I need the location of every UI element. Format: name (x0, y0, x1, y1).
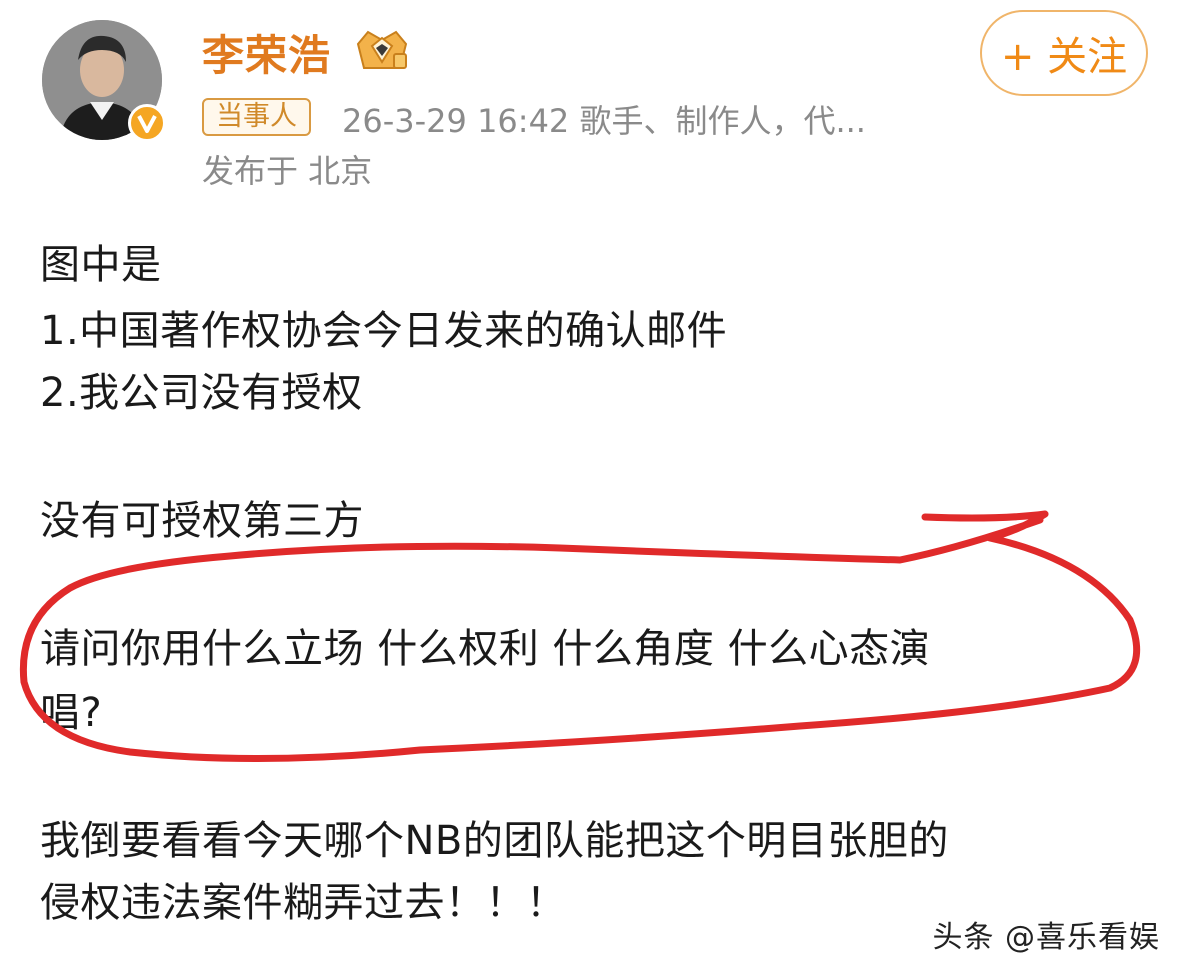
watermark: 头条 @喜乐看娱 (932, 920, 1160, 955)
post-text-line: 2.我公司没有授权 (40, 370, 363, 416)
username[interactable]: 李荣浩 (202, 22, 331, 83)
post-text-line: 图中是 (40, 242, 162, 288)
follow-button[interactable]: + 关注 (980, 10, 1148, 96)
verified-v-icon (128, 104, 166, 142)
post-text-line: 唱? (40, 690, 103, 736)
status-badge: 当事人 (202, 98, 311, 136)
post-text-line: 我倒要看看今天哪个NB的团队能把这个明目张胆的 (40, 818, 949, 864)
post-text-line: 请问你用什么立场 什么权利 什么角度 什么心态演 (40, 626, 931, 672)
post-meta: 26-3-29 16:42 歌手、制作人，代... (342, 102, 866, 140)
post-text-line: 1.中国著作权协会今日发来的确认邮件 (40, 308, 728, 354)
avatar[interactable] (42, 20, 166, 142)
post-text-line: 没有可授权第三方 (40, 498, 364, 544)
crown-gift-icon (356, 30, 408, 69)
post-location: 发布于 北京 (202, 152, 373, 190)
post-text-line: 侵权违法案件糊弄过去！！！ (40, 880, 567, 926)
